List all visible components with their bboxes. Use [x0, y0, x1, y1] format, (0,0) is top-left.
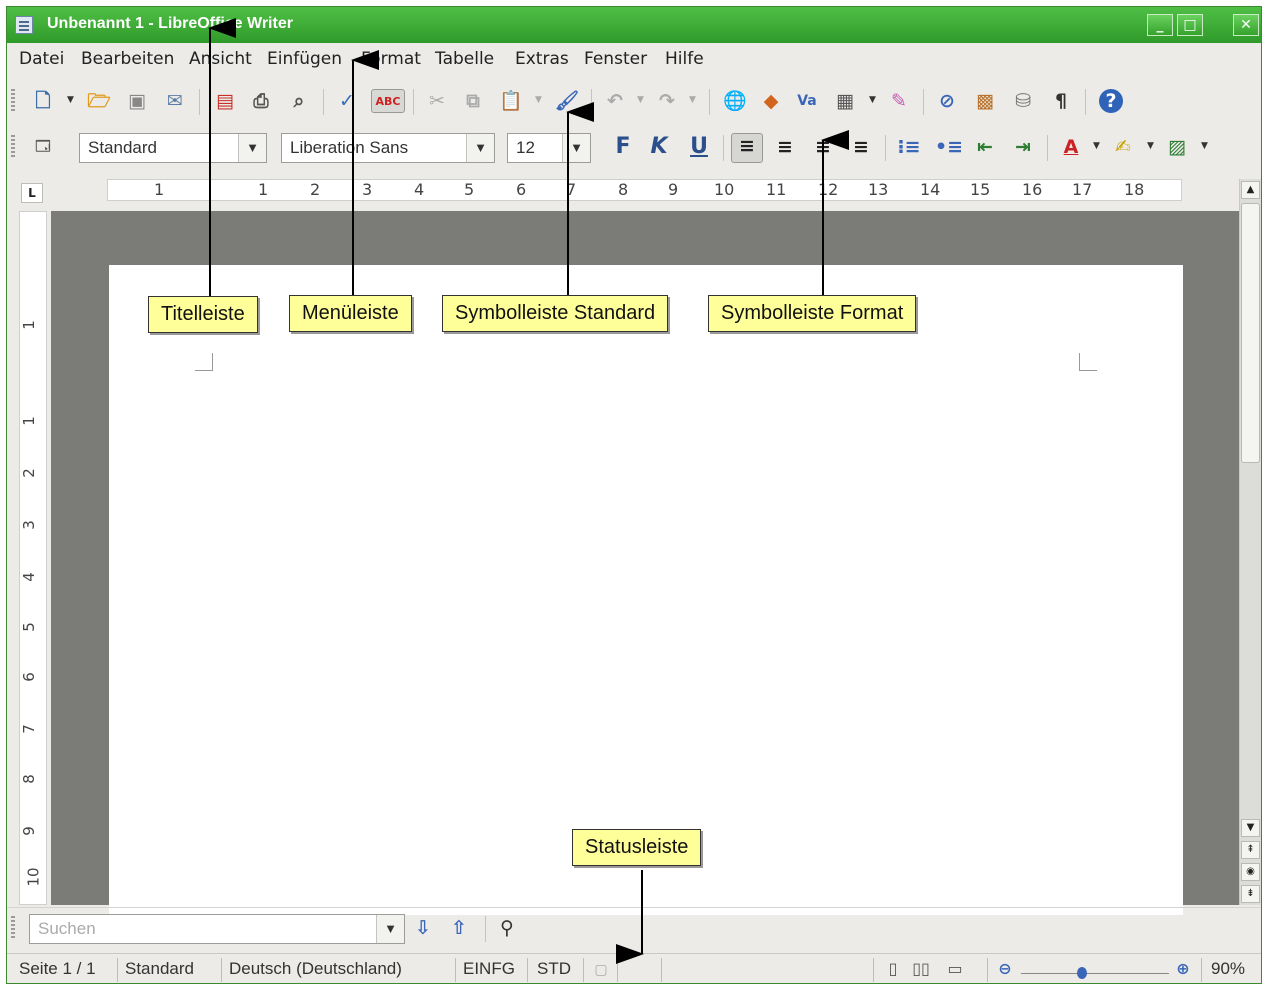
callout-symbolleiste-standard: Symbolleiste Standard — [442, 295, 669, 332]
callout-statusleiste: Statusleiste — [572, 829, 702, 866]
callout-menueleiste: Menüleiste — [289, 295, 412, 332]
callout-titelleiste: Titelleiste — [148, 296, 258, 333]
callout-symbolleiste-format: Symbolleiste Format — [708, 295, 917, 332]
